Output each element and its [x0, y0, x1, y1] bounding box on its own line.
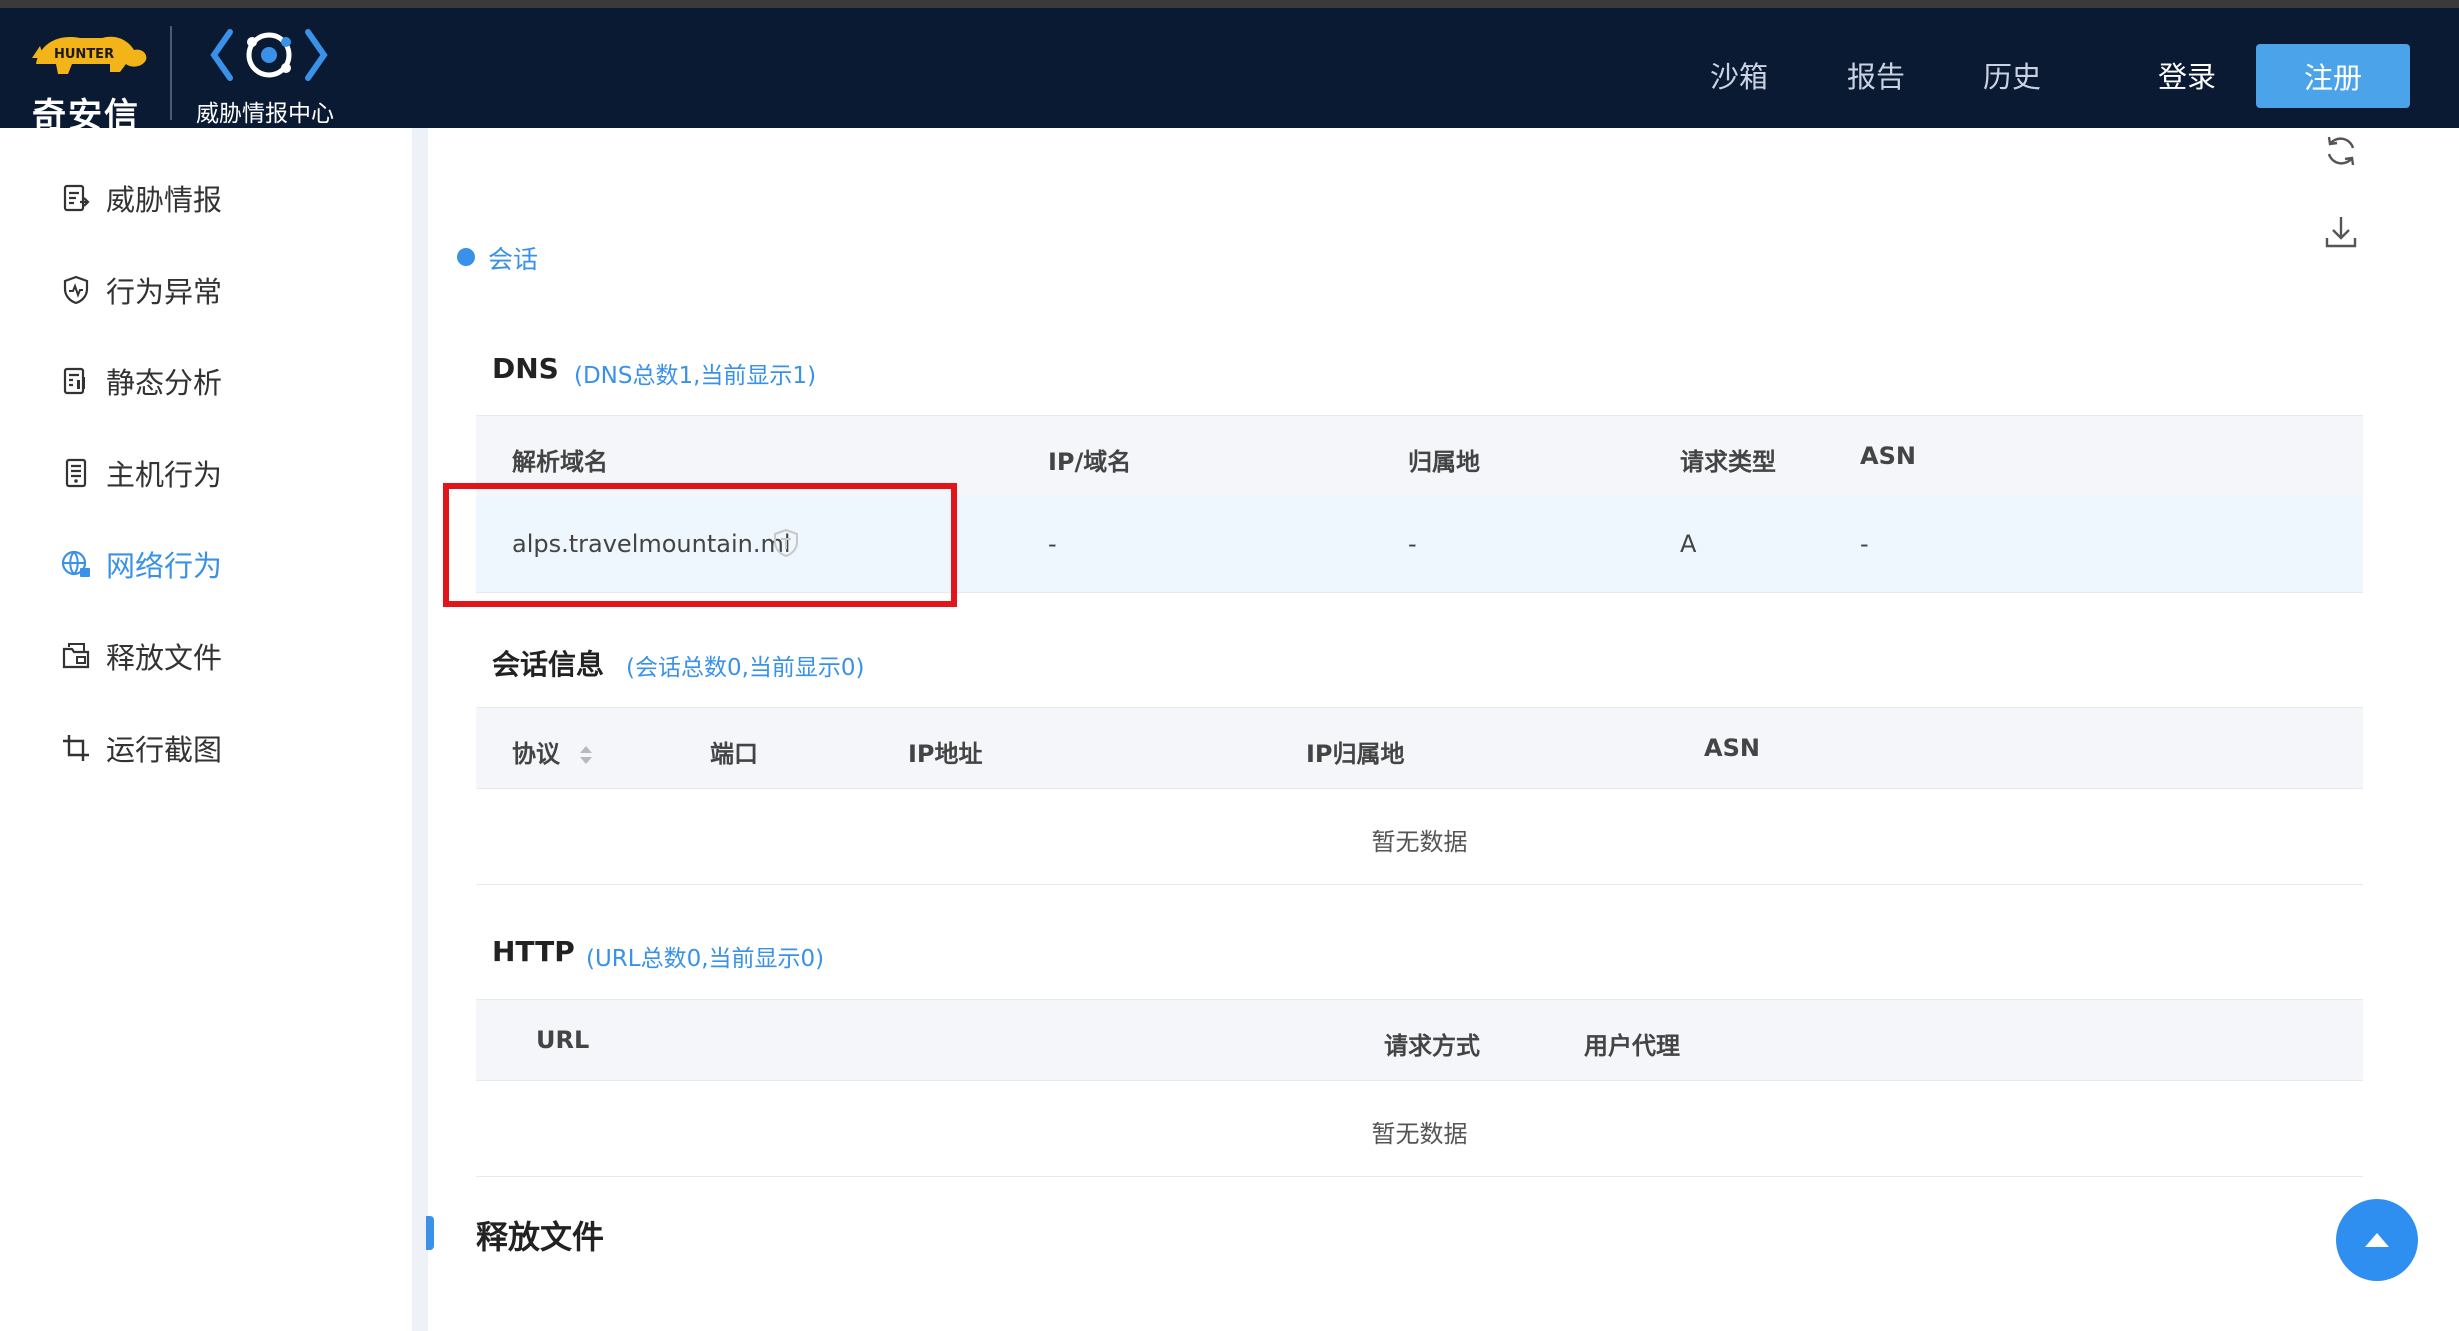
dns-ip-cell: -	[1048, 530, 1057, 558]
back-to-top-button[interactable]	[2336, 1199, 2418, 1281]
logo-divider	[170, 26, 172, 120]
sidebar-item-label: 主机行为	[106, 458, 223, 492]
column-header: URL	[536, 1026, 590, 1054]
threat-intel-center-icon	[210, 29, 328, 81]
dns-type-cell: A	[1680, 530, 1697, 558]
sidebar-item-label: 行为异常	[106, 275, 223, 309]
download-icon[interactable]	[2322, 213, 2360, 251]
empty-state-text: 暂无数据	[1371, 1120, 1468, 1148]
shield-icon	[63, 275, 89, 305]
session-info-title: 会话信息	[492, 648, 605, 681]
column-header: IP地址	[908, 740, 983, 768]
sidebar-item-static-analysis[interactable]: 静态分析	[60, 351, 222, 411]
dns-section-title: DNS	[492, 352, 559, 385]
threat-intel-icon	[63, 184, 90, 212]
dns-section-count: (DNS总数1,当前显示1)	[574, 363, 817, 389]
nav-report[interactable]: 报告	[1847, 54, 1905, 96]
session-bullet-dot	[457, 248, 475, 266]
sidebar-item-host-behavior[interactable]: 主机行为	[60, 443, 222, 503]
empty-state-text: 暂无数据	[1371, 828, 1468, 856]
register-button[interactable]: 注册	[2256, 44, 2410, 108]
svg-text:HUNTER: HUNTER	[54, 47, 114, 62]
screenshot-icon	[63, 735, 89, 761]
column-header: 请求类型	[1680, 448, 1776, 476]
sidebar-item-label: 威胁情报	[106, 183, 223, 217]
sidebar-item-label: 网络行为	[106, 549, 223, 583]
sidebar-divider	[412, 128, 428, 1331]
session-empty-row: 暂无数据	[476, 788, 2363, 885]
column-header: 请求方式	[1384, 1032, 1480, 1060]
sidebar-item-release-files[interactable]: 释放文件	[60, 626, 222, 686]
sidebar-item-screenshots[interactable]: 运行截图	[60, 718, 222, 778]
session-info-count: (会话总数0,当前显示0)	[626, 655, 865, 681]
sidebar-item-network-behavior[interactable]: 网络行为	[60, 534, 222, 594]
http-section-title: HTTP	[492, 935, 575, 968]
column-header: 端口	[710, 740, 758, 768]
highlight-annotation-box	[443, 483, 957, 607]
sidebar-item-behavior-anomaly[interactable]: 行为异常	[60, 260, 222, 320]
sort-icon[interactable]	[578, 743, 594, 767]
hunter-mascot-logo: HUNTER	[32, 36, 147, 74]
sidebar-item-label: 静态分析	[106, 366, 223, 400]
section-marker-bar	[426, 1216, 434, 1250]
column-header: IP归属地	[1306, 740, 1405, 768]
login-link[interactable]: 登录	[2158, 54, 2216, 96]
column-header: 用户代理	[1584, 1032, 1680, 1060]
nav-sandbox[interactable]: 沙箱	[1710, 54, 1768, 96]
release-file-icon	[62, 643, 90, 669]
product-name: 威胁情报中心	[196, 101, 334, 127]
column-header: ASN	[1704, 734, 1760, 762]
refresh-icon[interactable]	[2322, 132, 2360, 170]
network-icon	[61, 550, 90, 577]
host-icon	[65, 458, 87, 488]
column-header: 协议	[512, 740, 560, 768]
column-header: IP/域名	[1048, 448, 1132, 476]
release-files-title: 释放文件	[476, 1218, 605, 1256]
sidebar-item-label: 运行截图	[106, 733, 223, 767]
http-empty-row: 暂无数据	[476, 1080, 2363, 1177]
column-header: ASN	[1860, 442, 1916, 470]
sidebar-item-threat-intel[interactable]: 威胁情报	[60, 168, 222, 228]
qianxin-logo[interactable]: HUNTER 奇安信	[30, 18, 150, 136]
static-analysis-icon	[63, 367, 85, 395]
nav-history[interactable]: 历史	[1983, 54, 2041, 96]
arrow-up-icon	[2365, 1233, 2389, 1247]
sidebar: 威胁情报 行为异常 静态分析 主机行为 网络行为 释放文件 运行截图	[12, 128, 412, 1331]
column-header: 解析域名	[512, 448, 608, 476]
session-table-header: 协议 端口 IP地址 IP归属地 ASN	[476, 707, 2363, 789]
dns-asn-cell: -	[1860, 530, 1869, 558]
http-table-header: URL 请求方式 用户代理	[476, 999, 2363, 1081]
top-navbar: HUNTER 奇安信 威胁情报中心 沙箱 报告 历史 登录 注册	[0, 0, 2459, 136]
column-header-protocol[interactable]: 协议	[512, 734, 594, 769]
http-section-count: (URL总数0,当前显示0)	[586, 946, 825, 972]
session-label[interactable]: 会话	[488, 240, 538, 276]
sidebar-item-label: 释放文件	[106, 641, 223, 675]
column-header: 归属地	[1408, 448, 1480, 476]
dns-location-cell: -	[1408, 530, 1417, 558]
